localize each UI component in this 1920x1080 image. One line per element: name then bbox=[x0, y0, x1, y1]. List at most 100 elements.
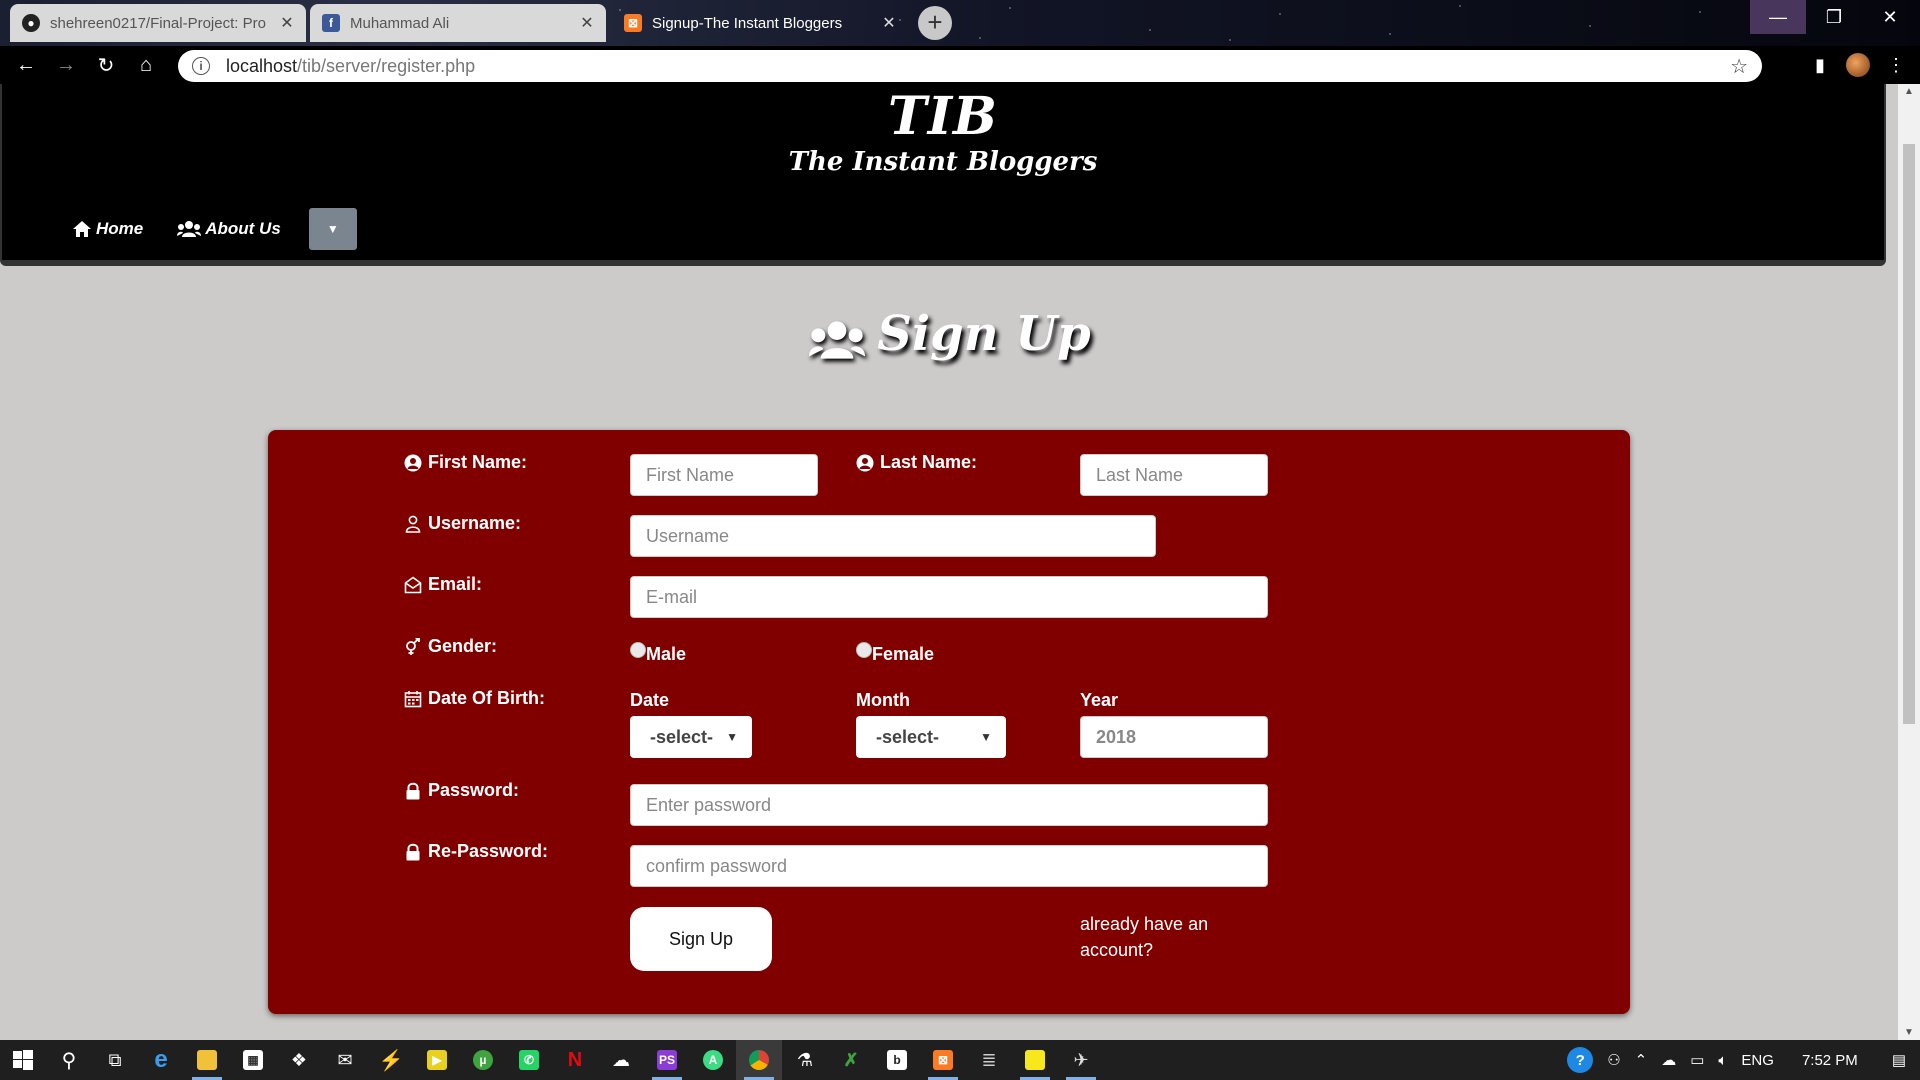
phpstorm-icon[interactable]: PS bbox=[644, 1040, 690, 1080]
bookmark-star-icon[interactable]: ☆ bbox=[1730, 54, 1748, 79]
volume-icon[interactable]: 🔈︎ bbox=[1718, 1052, 1727, 1069]
tab-github[interactable]: ● shehreen0217/Final-Project: Pro ✕ bbox=[10, 4, 306, 42]
last-name-label-text: Last Name: bbox=[880, 452, 978, 472]
store-icon[interactable]: ▦ bbox=[230, 1040, 276, 1080]
username-input[interactable] bbox=[630, 515, 1156, 557]
excel-app-icon[interactable]: ✗ bbox=[828, 1040, 874, 1080]
file-explorer-icon[interactable] bbox=[184, 1040, 230, 1080]
gender-female-radio[interactable]: Female bbox=[856, 642, 934, 665]
chrome-icon[interactable] bbox=[736, 1040, 782, 1080]
site-nav: Home About Us ▼ bbox=[72, 208, 357, 250]
caret-down-icon: ▼ bbox=[326, 222, 339, 236]
first-name-label: First Name: bbox=[404, 452, 527, 473]
email-label-text: Email: bbox=[428, 574, 483, 594]
nav-home[interactable]: Home bbox=[72, 219, 143, 239]
forward-icon[interactable]: → bbox=[46, 46, 86, 84]
scroll-up-icon[interactable]: ▲ bbox=[1898, 86, 1920, 97]
database-icon[interactable]: ≣ bbox=[966, 1040, 1012, 1080]
toolbar-extensions: ▮ ⋮ bbox=[1808, 46, 1920, 84]
tab-signup[interactable]: ⊠ Signup-The Instant Bloggers ✕ bbox=[612, 4, 908, 42]
whatsapp-icon[interactable]: ✆ bbox=[506, 1040, 552, 1080]
last-name-input[interactable] bbox=[1080, 454, 1268, 496]
new-tab-button[interactable]: + bbox=[918, 6, 952, 40]
password-label-text: Password: bbox=[428, 780, 520, 800]
task-view-icon[interactable]: ⧉ bbox=[92, 1040, 138, 1080]
email-label: Email: bbox=[404, 574, 482, 595]
caret-down-icon: ▼ bbox=[726, 730, 738, 744]
extension-icon[interactable]: ▮ bbox=[1808, 53, 1832, 77]
scroll-thumb[interactable] bbox=[1903, 144, 1915, 724]
users-icon bbox=[177, 221, 202, 237]
radio-button[interactable] bbox=[630, 642, 646, 658]
restore-button[interactable]: ❐ bbox=[1806, 0, 1862, 34]
reload-icon[interactable]: ↻ bbox=[86, 46, 126, 84]
dropbox-icon[interactable]: ❖ bbox=[276, 1040, 322, 1080]
lock-icon bbox=[406, 843, 420, 860]
tab-facebook[interactable]: f Muhammad Ali ✕ bbox=[310, 4, 606, 42]
windows-start-icon[interactable] bbox=[0, 1040, 46, 1080]
battery-icon[interactable]: ▭ bbox=[1690, 1051, 1704, 1069]
onedrive-icon[interactable]: ☁ bbox=[1661, 1051, 1676, 1069]
back-icon[interactable]: ← bbox=[6, 46, 46, 84]
people-icon[interactable]: ⚇ bbox=[1607, 1051, 1620, 1069]
gender-male-radio[interactable]: Male bbox=[630, 642, 686, 665]
page-scrollbar[interactable]: ▲ ▼ bbox=[1898, 84, 1920, 1040]
signup-button[interactable]: Sign Up bbox=[630, 907, 772, 971]
bing-icon[interactable]: b bbox=[874, 1040, 920, 1080]
minimize-button[interactable]: — bbox=[1750, 0, 1806, 34]
repassword-input[interactable] bbox=[630, 845, 1268, 887]
notifications-icon[interactable]: ▤ bbox=[1892, 1051, 1906, 1069]
envelope-open-icon bbox=[404, 576, 422, 593]
media-player-icon[interactable]: ▶ bbox=[414, 1040, 460, 1080]
tab-title: Signup-The Instant Bloggers bbox=[652, 14, 843, 32]
users-icon bbox=[807, 313, 867, 361]
user-icon bbox=[405, 515, 421, 533]
nav-dropdown-button[interactable]: ▼ bbox=[308, 208, 357, 250]
home-icon[interactable]: ⌂ bbox=[126, 46, 166, 84]
venus-mars-icon bbox=[406, 637, 420, 655]
close-icon[interactable]: ✕ bbox=[578, 13, 596, 33]
clock[interactable]: 7:52 PM bbox=[1802, 1052, 1858, 1069]
first-name-input[interactable] bbox=[630, 454, 818, 496]
email-input[interactable] bbox=[630, 576, 1268, 618]
close-icon[interactable]: ✕ bbox=[880, 13, 898, 33]
year-input[interactable] bbox=[1080, 716, 1268, 758]
android-studio-icon[interactable]: A bbox=[690, 1040, 736, 1080]
profile-avatar[interactable] bbox=[1846, 53, 1870, 77]
year-label: Year bbox=[1080, 690, 1119, 710]
info-icon[interactable]: i bbox=[192, 57, 210, 75]
page-viewport: TIB The Instant Bloggers Home About Us ▼ bbox=[0, 84, 1898, 1040]
close-window-button[interactable]: ✕ bbox=[1862, 0, 1918, 34]
logo-subtitle: The Instant Bloggers bbox=[788, 147, 1098, 177]
browser-toolbar: ← → ↻ ⌂ i localhost/tib/server/register.… bbox=[0, 46, 1920, 84]
netflix-icon[interactable]: N bbox=[552, 1040, 598, 1080]
app-icon[interactable]: ⚗ bbox=[782, 1040, 828, 1080]
login-link[interactable]: already have an account? bbox=[1080, 911, 1220, 963]
nav-about-label: About Us bbox=[205, 219, 281, 238]
visual-studio-code-icon[interactable]: ⚡ bbox=[368, 1040, 414, 1080]
utorrent-icon[interactable]: µ bbox=[460, 1040, 506, 1080]
xampp-icon[interactable]: ⊠ bbox=[920, 1040, 966, 1080]
soundcloud-icon[interactable]: ☁ bbox=[598, 1040, 644, 1080]
nav-about[interactable]: About Us bbox=[177, 219, 281, 239]
site-logo[interactable]: TIB The Instant Bloggers bbox=[2, 84, 1884, 177]
menu-kebab-icon[interactable]: ⋮ bbox=[1884, 53, 1908, 77]
password-input[interactable] bbox=[630, 784, 1268, 826]
mail-icon[interactable]: ✉ bbox=[322, 1040, 368, 1080]
close-icon[interactable]: ✕ bbox=[278, 13, 296, 33]
calendar-icon bbox=[404, 690, 422, 707]
page-title-text: Sign Up bbox=[877, 306, 1091, 362]
address-bar[interactable]: i localhost/tib/server/register.php ☆ bbox=[178, 50, 1762, 82]
facebook-icon: f bbox=[322, 14, 340, 32]
language-indicator[interactable]: ENG bbox=[1741, 1052, 1774, 1069]
sticky-notes-icon[interactable] bbox=[1012, 1040, 1058, 1080]
edge-icon[interactable]: e bbox=[138, 1040, 184, 1080]
radio-button[interactable] bbox=[856, 642, 872, 658]
scroll-down-icon[interactable]: ▼ bbox=[1898, 1027, 1920, 1038]
search-icon[interactable]: ⚲ bbox=[46, 1040, 92, 1080]
help-icon[interactable]: ? bbox=[1567, 1047, 1594, 1073]
month-select[interactable]: -select- ▼ bbox=[856, 716, 1006, 758]
date-select[interactable]: -select- ▼ bbox=[630, 716, 752, 758]
chevron-up-icon[interactable]: ⌃ bbox=[1635, 1051, 1648, 1069]
app-icon[interactable]: ✈ bbox=[1058, 1040, 1104, 1080]
